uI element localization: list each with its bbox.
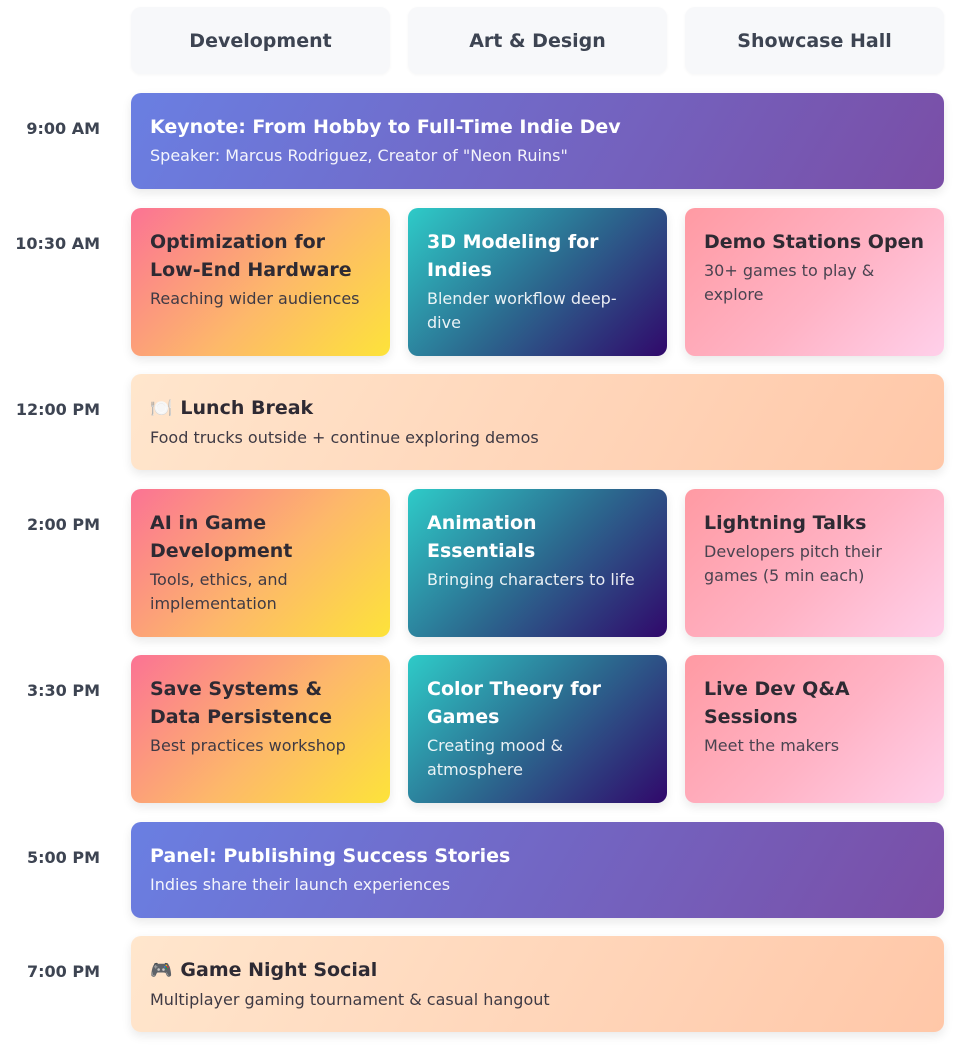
session-description: Reaching wider audiences [150, 289, 360, 308]
session-title: Game Night Social [180, 959, 378, 981]
session-lunch-break[interactable]: 🍽️ Lunch Break Food trucks outside + cont… [131, 374, 944, 470]
track-header-art-design[interactable]: Art & Design [408, 7, 667, 74]
session-optimization[interactable]: Optimization for Low-End Hardware Reachi… [131, 208, 390, 356]
session-title: Optimization for Low-End Hardware [150, 231, 352, 281]
time-label: 10:30 AM [15, 234, 100, 253]
plate-icon: 🍽️ [150, 398, 173, 419]
time-label: 7:00 PM [26, 962, 100, 981]
session-description: Meet the makers [704, 736, 840, 755]
session-title: Panel: Publishing Success Stories [150, 845, 511, 867]
session-demo-stations[interactable]: Demo Stations Open 30+ games to play & e… [685, 208, 944, 356]
session-title: Lightning Talks [704, 512, 867, 534]
track-headers: Development Art & Design Showcase Hall [131, 7, 944, 74]
gamepad-icon: 🎮 [150, 960, 173, 981]
session-title: Live Dev Q&A Sessions [704, 678, 850, 728]
time-label: 2:00 PM [26, 515, 100, 534]
session-description: 30+ games to play & explore [704, 261, 875, 304]
time-label: 3:30 PM [26, 681, 100, 700]
session-color-theory[interactable]: Color Theory for Games Creating mood & a… [408, 655, 667, 803]
session-description: Developers pitch their games (5 min each… [704, 542, 882, 585]
session-title: 3D Modeling for Indies [427, 231, 599, 281]
session-title: Color Theory for Games [427, 678, 602, 728]
time-label: 5:00 PM [26, 848, 100, 867]
session-description: Creating mood & atmosphere [427, 736, 564, 779]
session-animation[interactable]: Animation Essentials Bringing characters… [408, 489, 667, 637]
track-header-showcase-hall[interactable]: Showcase Hall [685, 7, 944, 74]
session-live-qa[interactable]: Live Dev Q&A Sessions Meet the makers [685, 655, 944, 803]
session-title: AI in Game Development [150, 512, 293, 562]
time-label: 9:00 AM [26, 119, 100, 138]
session-lightning-talks[interactable]: Lightning Talks Developers pitch their g… [685, 489, 944, 637]
session-save-systems[interactable]: Save Systems & Data Persistence Best pra… [131, 655, 390, 803]
session-description: Bringing characters to life [427, 570, 635, 589]
session-description: Food trucks outside + continue exploring… [150, 428, 539, 447]
session-title: Animation Essentials [427, 512, 537, 562]
session-title: Lunch Break [180, 397, 314, 419]
track-header-development[interactable]: Development [131, 7, 390, 74]
session-publishing-panel[interactable]: Panel: Publishing Success Stories Indies… [131, 822, 944, 918]
session-keynote[interactable]: Keynote: From Hobby to Full-Time Indie D… [131, 93, 944, 189]
session-ai-game-dev[interactable]: AI in Game Development Tools, ethics, an… [131, 489, 390, 637]
session-description: Best practices workshop [150, 736, 346, 755]
conference-schedule: Development Art & Design Showcase Hall 9… [0, 0, 962, 1049]
session-title: Save Systems & Data Persistence [150, 678, 333, 728]
session-title: Keynote: From Hobby to Full-Time Indie D… [150, 116, 621, 138]
session-title: Demo Stations Open [704, 231, 924, 253]
session-description: Multiplayer gaming tournament & casual h… [150, 990, 550, 1009]
session-description: Indies share their launch experiences [150, 875, 451, 894]
session-game-night[interactable]: 🎮 Game Night Social Multiplayer gaming to… [131, 936, 944, 1032]
session-description: Speaker: Marcus Rodriguez, Creator of "N… [150, 146, 568, 165]
time-label: 12:00 PM [15, 400, 100, 419]
session-description: Blender workflow deep-dive [427, 289, 617, 332]
session-3d-modeling[interactable]: 3D Modeling for Indies Blender workflow … [408, 208, 667, 356]
session-description: Tools, ethics, and implementation [150, 570, 288, 613]
